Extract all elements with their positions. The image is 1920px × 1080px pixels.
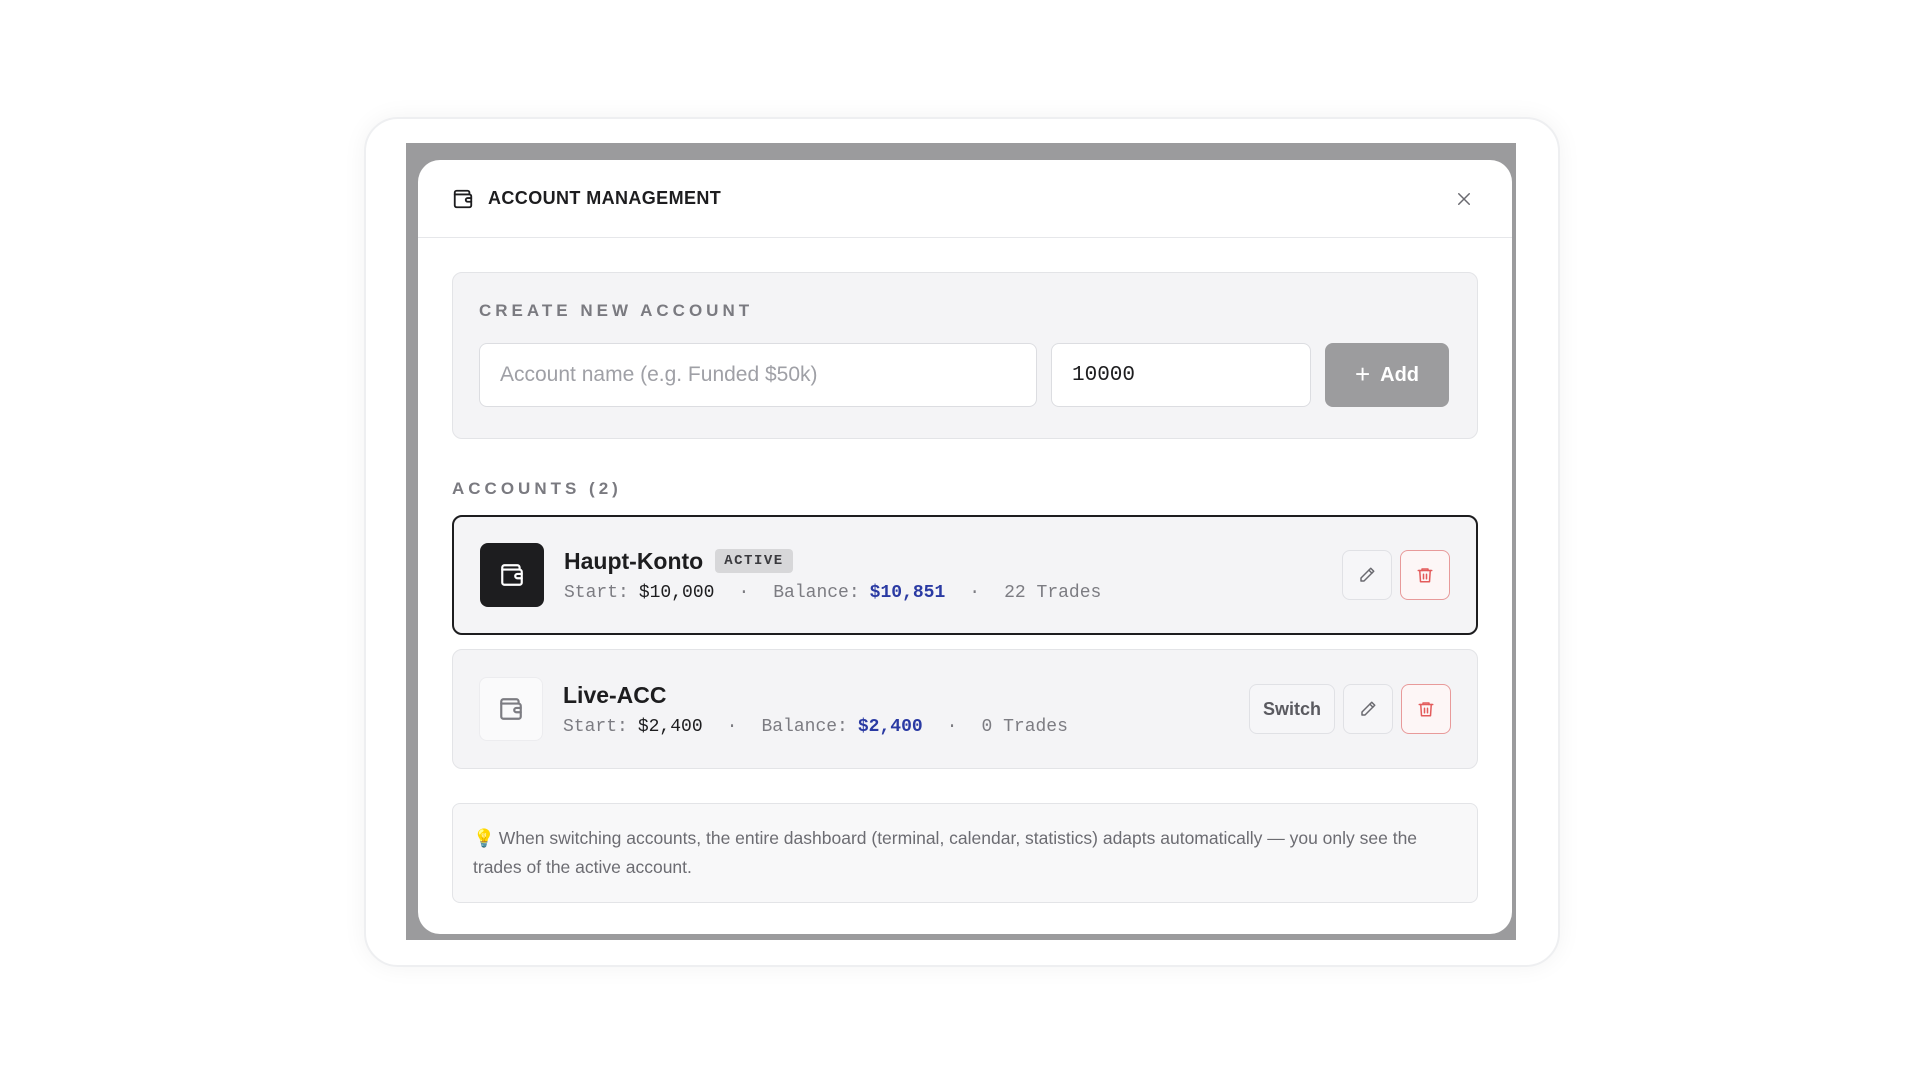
account-meta: Start: $2,400 · Balance: $2,400 · 0 Trad…: [563, 717, 1068, 737]
create-section-label: CREATE NEW ACCOUNT: [479, 301, 754, 320]
meta-separator: ·: [726, 716, 738, 737]
switch-account-button[interactable]: Switch: [1248, 684, 1335, 734]
trash-icon: [1418, 702, 1434, 717]
account-wallet-icon: [480, 543, 544, 607]
account-management-modal: ACCOUNT MANAGEMENT CREATE NEW ACCOUNT + …: [418, 160, 1512, 934]
hint-box: 💡 When switching accounts, the entire das…: [452, 803, 1478, 903]
account-actions: [1342, 550, 1450, 600]
meta-separator: ·: [738, 582, 750, 603]
trades-count: 0 Trades: [981, 716, 1068, 737]
close-button[interactable]: [1450, 185, 1478, 213]
start-label: Start:: [563, 716, 628, 737]
balance-label: Balance:: [761, 716, 848, 737]
start-value: $2,400: [637, 716, 703, 737]
screen: ACCOUNT MANAGEMENT CREATE NEW ACCOUNT + …: [0, 0, 1920, 1080]
balance-value: $2,400: [857, 716, 923, 737]
balance-label: Balance:: [773, 582, 860, 603]
account-wallet-icon: [479, 677, 543, 741]
add-button-label: Add: [1380, 363, 1420, 386]
account-name: Live-ACC: [563, 681, 667, 708]
account-info: Haupt-Konto ACTIVE Start: $10,000 · Bala…: [564, 548, 1101, 603]
add-account-button[interactable]: + Add: [1325, 343, 1449, 407]
balance-value: $10,851: [869, 582, 946, 603]
modal-body: CREATE NEW ACCOUNT + Add ACCOUNTS (2): [418, 238, 1512, 903]
account-name-row: Haupt-Konto ACTIVE: [564, 548, 1101, 575]
create-account-panel: CREATE NEW ACCOUNT + Add: [452, 272, 1478, 439]
wallet-icon: [452, 188, 474, 210]
pencil-icon: [1360, 567, 1375, 582]
start-label: Start:: [564, 582, 629, 603]
starting-balance-input[interactable]: [1051, 343, 1311, 407]
trades-count: 22 Trades: [1004, 582, 1102, 603]
account-name-row: Live-ACC: [563, 682, 1068, 709]
meta-separator: ·: [946, 716, 958, 737]
hint-text: When switching accounts, the entire dash…: [473, 828, 1418, 877]
lightbulb-icon: 💡: [473, 828, 495, 848]
accounts-section-label: ACCOUNTS (2): [452, 479, 622, 498]
active-badge: ACTIVE: [715, 549, 793, 573]
account-meta: Start: $10,000 · Balance: $10,851 · 22 T…: [564, 583, 1101, 603]
trash-icon: [1417, 568, 1433, 583]
delete-account-button[interactable]: [1401, 684, 1451, 734]
account-name-input[interactable]: [479, 343, 1037, 407]
account-actions: Switch: [1248, 684, 1451, 734]
create-account-row: + Add: [479, 343, 1451, 407]
delete-account-button[interactable]: [1400, 550, 1450, 600]
plus-icon: +: [1354, 359, 1371, 389]
pencil-icon: [1361, 701, 1376, 716]
edit-account-button[interactable]: [1342, 550, 1392, 600]
start-value: $10,000: [638, 582, 715, 603]
account-info: Live-ACC Start: $2,400 · Balance: $2,400…: [563, 682, 1068, 737]
modal-title: ACCOUNT MANAGEMENT: [488, 188, 722, 208]
edit-account-button[interactable]: [1343, 684, 1393, 734]
account-card-live-acc: Live-ACC Start: $2,400 · Balance: $2,400…: [452, 649, 1478, 769]
meta-separator: ·: [969, 582, 981, 603]
account-card-haupt-konto: Haupt-Konto ACTIVE Start: $10,000 · Bala…: [452, 515, 1478, 635]
modal-header: ACCOUNT MANAGEMENT: [418, 160, 1512, 238]
account-name: Haupt-Konto: [564, 547, 704, 574]
close-icon: [1458, 192, 1470, 205]
